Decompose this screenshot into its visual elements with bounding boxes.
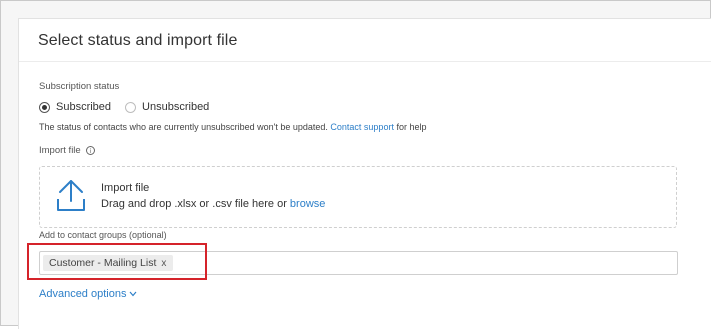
info-icon[interactable]: i: [85, 146, 95, 155]
card-title: Select status and import file: [38, 32, 238, 49]
subscription-radio-group: Subscribed Unsubscribed: [39, 99, 223, 115]
radio-unsubscribed[interactable]: Unsubscribed: [125, 101, 209, 113]
contact-groups-label: Add to contact groups (optional): [39, 230, 167, 240]
contact-support-link[interactable]: Contact support: [330, 122, 394, 132]
import-card: Select status and import file Subscripti…: [18, 18, 711, 329]
browse-link[interactable]: browse: [290, 198, 325, 210]
help-text-suffix: for help: [396, 122, 427, 132]
file-dropzone[interactable]: Import file Drag and drop .xlsx or .csv …: [39, 166, 677, 228]
radio-subscribed[interactable]: Subscribed: [39, 101, 111, 113]
radio-unsubscribed-label: Unsubscribed: [142, 101, 210, 113]
dropzone-instructions: Drag and drop .xlsx or .csv file here or: [101, 198, 287, 210]
advanced-options-toggle[interactable]: Advanced options: [39, 288, 137, 300]
import-file-label: Import file: [39, 145, 81, 156]
annotation-highlight-box: [27, 243, 207, 280]
radio-checked-icon[interactable]: [39, 101, 50, 113]
help-text-prefix: The status of contacts who are currently…: [39, 122, 328, 132]
dropzone-text: Drag and drop .xlsx or .csv file here or…: [101, 198, 325, 210]
advanced-options-label: Advanced options: [39, 288, 127, 300]
radio-subscribed-label: Subscribed: [56, 101, 112, 113]
dropzone-title: Import file: [101, 182, 150, 194]
chevron-down-icon: [129, 291, 137, 297]
radio-unchecked-icon[interactable]: [125, 101, 137, 113]
card-header: Select status and import file: [19, 19, 711, 62]
subscription-status-label: Subscription status: [39, 81, 120, 92]
import-file-label-row: Import file i: [39, 145, 95, 156]
upload-icon: [57, 180, 85, 211]
subscription-help-text: The status of contacts who are currently…: [39, 122, 427, 132]
